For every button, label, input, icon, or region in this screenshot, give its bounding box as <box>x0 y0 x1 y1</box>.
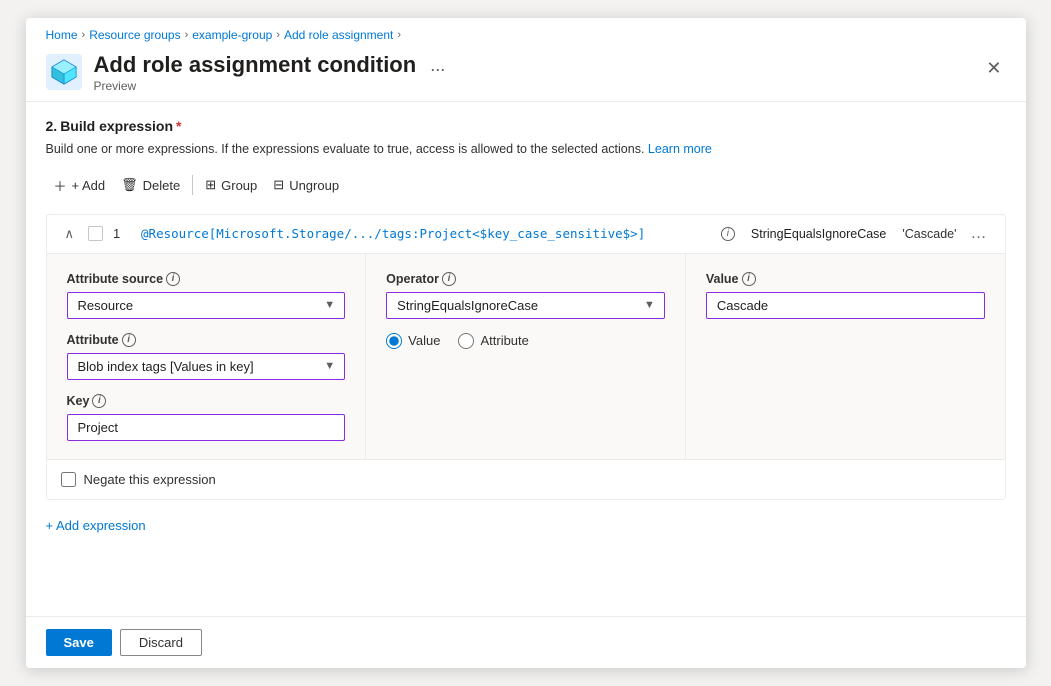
breadcrumb: Home › Resource groups › example-group ›… <box>26 18 1026 48</box>
breadcrumb-sep-3: › <box>276 29 280 41</box>
value-field-info: i <box>742 272 756 286</box>
key-input[interactable]: Project <box>67 414 346 441</box>
negate-label: Negate this expression <box>84 472 216 487</box>
expression-header: ∧ 1 @Resource[Microsoft.Storage/.../tags… <box>47 215 1005 254</box>
operator-wrapper: StringEqualsIgnoreCase StringEquals Stri… <box>386 292 665 319</box>
dialog-header: Add role assignment condition ... Previe… <box>26 48 1026 102</box>
dialog-footer: Save Discard <box>26 616 1026 668</box>
discard-button[interactable]: Discard <box>120 629 202 656</box>
toolbar: ＋ + Add 🗑 Delete ⊞ Group ⊟ Ungroup <box>46 171 1006 200</box>
add-icon: ＋ <box>54 176 67 195</box>
breadcrumb-add-role[interactable]: Add role assignment <box>284 28 393 42</box>
section-description: Build one or more expressions. If the ex… <box>46 140 1006 159</box>
expression-footer: Negate this expression <box>47 459 1005 499</box>
group-icon: ⊞ <box>205 177 216 193</box>
group-label: Group <box>221 178 257 193</box>
key-label: Key i <box>67 394 346 408</box>
attribute-radio-label: Attribute <box>480 333 528 348</box>
dialog-title: Add role assignment condition <box>94 52 417 78</box>
expression-card: ∧ 1 @Resource[Microsoft.Storage/.../tags… <box>46 214 1006 500</box>
key-info: i <box>92 394 106 408</box>
attribute-source-info: i <box>166 272 180 286</box>
value-radio-label: Value <box>408 333 440 348</box>
section-title: 2. Build expression * <box>46 118 1006 134</box>
left-column: Attribute source i Resource Request Envi… <box>47 254 367 459</box>
attribute-radio[interactable] <box>458 333 474 349</box>
section-name: Build expression <box>60 118 173 134</box>
attribute-source-wrapper: Resource Request Environment ▼ <box>67 292 346 319</box>
save-button[interactable]: Save <box>46 629 112 656</box>
group-button[interactable]: ⊞ Group <box>197 172 265 198</box>
breadcrumb-sep-4: › <box>397 29 401 41</box>
title-more-button[interactable]: ... <box>426 55 449 76</box>
attribute-radio-option[interactable]: Attribute <box>458 333 528 349</box>
negate-checkbox[interactable] <box>61 472 76 487</box>
close-button[interactable]: ✕ <box>982 54 1005 83</box>
value-radio-option[interactable]: Value <box>386 333 440 349</box>
dialog: Home › Resource groups › example-group ›… <box>26 18 1026 668</box>
expression-info-icon: i <box>721 227 735 241</box>
breadcrumb-home[interactable]: Home <box>46 28 78 42</box>
delete-button[interactable]: 🗑 Delete <box>113 172 188 198</box>
header-title-block: Add role assignment condition ... Previe… <box>94 52 983 93</box>
breadcrumb-example-group[interactable]: example-group <box>192 28 272 42</box>
expression-code: @Resource[Microsoft.Storage/.../tags:Pro… <box>141 226 708 241</box>
expression-value-label: 'Cascade' <box>902 227 956 241</box>
section-number: 2. <box>46 118 58 134</box>
expression-operator-label: StringEqualsIgnoreCase <box>751 227 887 241</box>
collapse-button[interactable]: ∧ <box>61 224 79 244</box>
delete-label: Delete <box>143 178 181 193</box>
add-label: + Add <box>72 178 106 193</box>
expression-number: 1 <box>113 226 131 241</box>
breadcrumb-resource-groups[interactable]: Resource groups <box>89 28 180 42</box>
toolbar-separator <box>192 175 193 195</box>
value-field-label: Value i <box>706 272 985 286</box>
attribute-wrapper: Blob index tags [Values in key] Containe… <box>67 353 346 380</box>
ungroup-button[interactable]: ⊟ Ungroup <box>265 172 347 198</box>
add-expression-button[interactable]: + Add expression <box>46 514 1006 537</box>
operator-select[interactable]: StringEqualsIgnoreCase StringEquals Stri… <box>386 292 665 319</box>
attribute-label: Attribute i <box>67 333 346 347</box>
expression-more-button[interactable]: … <box>967 223 991 245</box>
main-content: 2. Build expression * Build one or more … <box>26 102 1026 616</box>
resource-icon <box>46 54 82 90</box>
required-star: * <box>176 118 181 134</box>
breadcrumb-sep-1: › <box>82 29 86 41</box>
breadcrumb-sep-2: › <box>185 29 189 41</box>
operator-info: i <box>442 272 456 286</box>
value-attribute-radio-group: Value Attribute <box>386 333 665 349</box>
learn-more-link[interactable]: Learn more <box>648 142 712 156</box>
operator-label: Operator i <box>386 272 665 286</box>
expression-body: Attribute source i Resource Request Envi… <box>47 254 1005 459</box>
middle-column: Operator i StringEqualsIgnoreCase String… <box>366 254 686 459</box>
add-expression-label: + Add expression <box>46 518 146 533</box>
expression-checkbox[interactable] <box>88 226 103 241</box>
value-input[interactable]: Cascade <box>706 292 985 319</box>
ungroup-label: Ungroup <box>289 178 339 193</box>
delete-icon: 🗑 <box>121 177 138 193</box>
attribute-source-label: Attribute source i <box>67 272 346 286</box>
ungroup-icon: ⊟ <box>273 177 284 193</box>
attribute-info: i <box>122 333 136 347</box>
attribute-source-select[interactable]: Resource Request Environment <box>67 292 346 319</box>
value-input-wrapper: Cascade <box>706 292 985 319</box>
header-title-row: Add role assignment condition ... <box>94 52 983 78</box>
right-column: Value i Cascade <box>686 254 1005 459</box>
add-button[interactable]: ＋ + Add <box>46 171 114 200</box>
preview-label: Preview <box>94 79 983 93</box>
attribute-select[interactable]: Blob index tags [Values in key] Containe… <box>67 353 346 380</box>
value-radio[interactable] <box>386 333 402 349</box>
